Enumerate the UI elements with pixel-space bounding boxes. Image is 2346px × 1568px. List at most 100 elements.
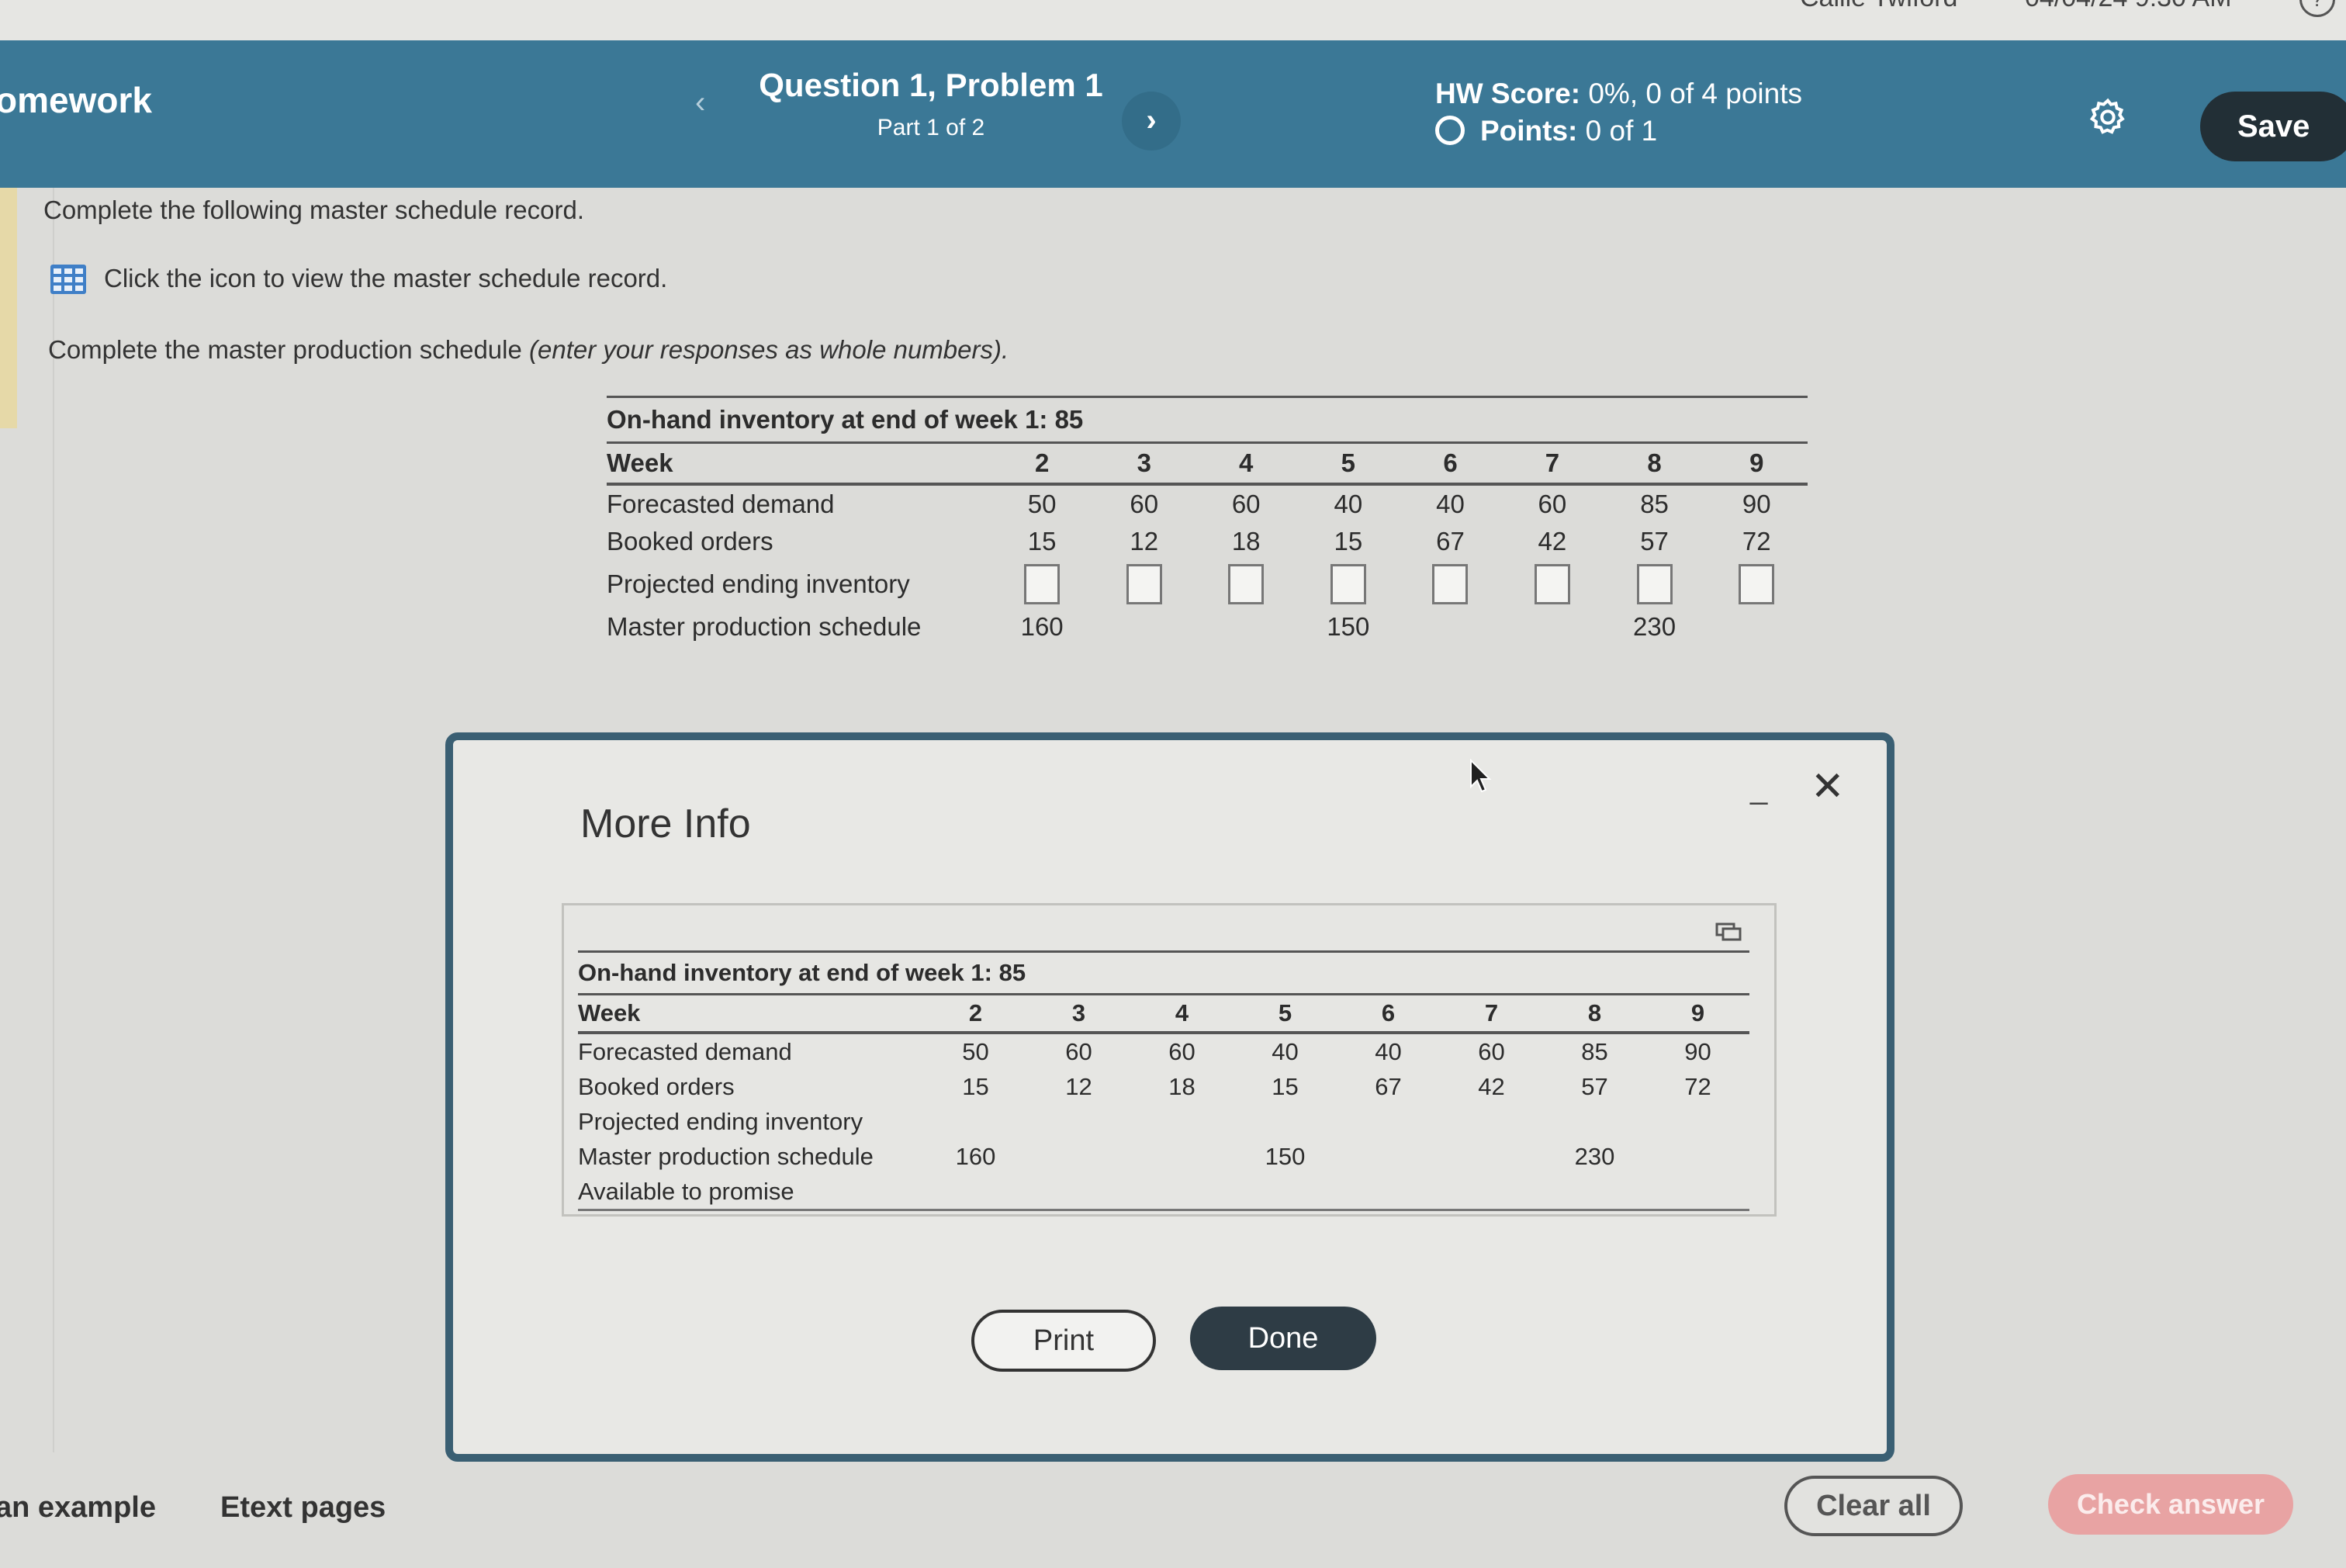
info-table: On-hand inventory at end of week 1: 85 W… xyxy=(578,950,1749,1211)
info-week-header: 3 xyxy=(1027,993,1130,1034)
week-header: 2 xyxy=(991,441,1094,486)
copy-icon[interactable] xyxy=(1715,922,1742,941)
forecast-label: Forecasted demand xyxy=(607,490,835,518)
table-cell: 160 xyxy=(955,1142,996,1170)
table-cell: 60 xyxy=(1231,490,1261,518)
info-week-header: 7 xyxy=(1440,993,1543,1034)
answer-input[interactable] xyxy=(1126,564,1162,604)
task-instruction: Complete the master production schedule … xyxy=(48,335,1009,365)
table-cell xyxy=(1501,608,1603,646)
table-cell xyxy=(1130,1139,1234,1174)
icon-instruction-text: Click the icon to view the master schedu… xyxy=(104,264,668,292)
table-cell xyxy=(1337,1139,1440,1174)
info-week-header: 2 xyxy=(924,993,1027,1034)
table-cell: 42 xyxy=(1538,527,1567,556)
week-label: Week xyxy=(607,441,991,486)
task-instruction-main: Complete the master production schedule xyxy=(48,335,530,364)
table-cell: 67 xyxy=(1436,527,1465,556)
table-cell: 60 xyxy=(1478,1037,1505,1065)
close-icon[interactable]: ✕ xyxy=(1811,767,1845,807)
etext-pages-link[interactable]: Etext pages xyxy=(220,1491,386,1525)
more-info-dialog: More Info _ ✕ On-hand inventory at end o… xyxy=(445,732,1894,1462)
answer-input[interactable] xyxy=(1330,564,1366,604)
info-week-header: 5 xyxy=(1234,993,1337,1034)
table-cell: 60 xyxy=(1065,1037,1092,1065)
points: Points: 0 of 1 xyxy=(1435,115,1657,147)
answer-input[interactable] xyxy=(1739,564,1775,604)
table-cell: 150 xyxy=(1327,612,1370,641)
answer-input[interactable] xyxy=(1228,564,1265,604)
answer-input[interactable] xyxy=(1636,564,1673,604)
answer-input[interactable] xyxy=(1432,564,1469,604)
info-mps-label: Master production schedule xyxy=(578,1142,874,1170)
table-cell: 40 xyxy=(1272,1037,1299,1065)
question-part: Part 1 of 2 xyxy=(877,115,985,140)
week-header: 3 xyxy=(1093,441,1195,486)
info-projected-label: Projected ending inventory xyxy=(578,1107,863,1135)
info-table-panel: On-hand inventory at end of week 1: 85 W… xyxy=(562,903,1777,1217)
table-cell: 12 xyxy=(1130,527,1159,556)
clear-all-button[interactable]: Clear all xyxy=(1784,1476,1963,1536)
view-example-link[interactable]: an example xyxy=(0,1491,156,1525)
table-cell: 85 xyxy=(1581,1037,1608,1065)
table-cell: 60 xyxy=(1168,1037,1195,1065)
table-cell xyxy=(1706,608,1808,646)
info-week-header-row: Week 2 3 4 5 6 7 8 9 xyxy=(578,993,1749,1034)
table-cell: 40 xyxy=(1375,1037,1402,1065)
projected-inventory-label: Projected ending inventory xyxy=(607,569,910,598)
info-week-label: Week xyxy=(578,993,924,1034)
points-label: Points: xyxy=(1480,115,1578,147)
week-header: 6 xyxy=(1399,441,1502,486)
table-cell: 18 xyxy=(1168,1072,1195,1100)
table-cell xyxy=(1093,608,1195,646)
table-cell: 15 xyxy=(1027,527,1057,556)
info-projected-row: Projected ending inventory xyxy=(578,1104,1749,1139)
gear-icon[interactable] xyxy=(2087,96,2129,138)
help-icon[interactable]: ? xyxy=(2299,0,2335,17)
table-cell: 42 xyxy=(1478,1072,1505,1100)
table-cell: 15 xyxy=(1272,1072,1299,1100)
mps-label: Master production schedule xyxy=(607,612,922,641)
top-strip: Callie Twiford 04/04/24 9:30 AM ? xyxy=(0,0,2346,40)
table-cell xyxy=(1195,608,1296,646)
save-button[interactable]: Save xyxy=(2200,92,2346,161)
info-forecast-label: Forecasted demand xyxy=(578,1037,792,1065)
dialog-title: More Info xyxy=(580,801,751,846)
table-cell: 57 xyxy=(1640,527,1669,556)
check-answer-button[interactable]: Check answer xyxy=(2048,1474,2293,1535)
done-button[interactable]: Done xyxy=(1190,1307,1376,1370)
table-cell xyxy=(1440,1139,1543,1174)
table-cell xyxy=(1646,1139,1749,1174)
booked-row: Booked orders 15 12 18 15 67 42 57 72 xyxy=(607,523,1808,560)
table-cell: 85 xyxy=(1640,490,1669,518)
print-button[interactable]: Print xyxy=(971,1310,1156,1372)
week-header: 7 xyxy=(1501,441,1604,486)
left-accent xyxy=(0,188,17,428)
projected-inventory-row: Projected ending inventory xyxy=(607,560,1808,608)
table-cell: 57 xyxy=(1581,1072,1608,1100)
previous-question-icon[interactable]: ‹ xyxy=(695,85,705,120)
info-week-header: 6 xyxy=(1337,993,1440,1034)
next-question-button[interactable]: › xyxy=(1122,92,1181,151)
table-grid-icon[interactable] xyxy=(50,264,87,295)
info-booked-row: Booked orders 15 12 18 15 67 42 57 72 xyxy=(578,1069,1749,1104)
table-cell: 150 xyxy=(1265,1142,1306,1170)
table-cell: 50 xyxy=(962,1037,989,1065)
answer-input[interactable] xyxy=(1024,564,1061,604)
booked-label: Booked orders xyxy=(607,527,773,556)
answer-input[interactable] xyxy=(1534,564,1570,604)
table-cell: 230 xyxy=(1633,612,1676,641)
week-header: 4 xyxy=(1195,441,1297,486)
table-cell: 15 xyxy=(1334,527,1363,556)
info-caption: On-hand inventory at end of week 1: 85 xyxy=(578,950,1749,995)
minimize-icon[interactable]: _ xyxy=(1750,771,1767,806)
info-week-header: 4 xyxy=(1130,993,1234,1034)
table-cell xyxy=(1400,608,1501,646)
week-header-row: Week 2 3 4 5 6 7 8 9 xyxy=(607,441,1808,486)
instruction-text: Complete the following master schedule r… xyxy=(43,196,585,224)
table-cell: 160 xyxy=(1020,612,1064,641)
mouse-cursor-icon xyxy=(1470,759,1492,793)
table-cell: 90 xyxy=(1684,1037,1711,1065)
info-forecast-row: Forecasted demand 50 60 60 40 40 60 85 9… xyxy=(578,1033,1749,1069)
info-caption-row: On-hand inventory at end of week 1: 85 xyxy=(578,950,1749,995)
